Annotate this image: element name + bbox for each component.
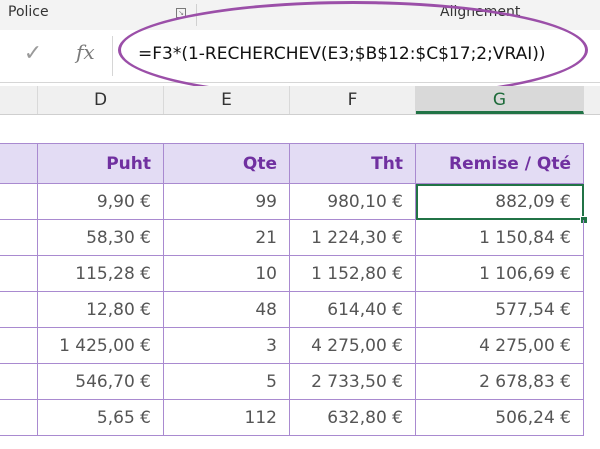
table-header-cell[interactable]: Remise / Qté — [416, 143, 584, 184]
insert-function-icon[interactable]: fx — [76, 40, 95, 64]
formula-bar: ✓ fx =F3*(1-RECHERCHEV(E3;$B$12:$C$17;2;… — [0, 30, 600, 83]
formula-input[interactable]: =F3*(1-RECHERCHEV(E3;$B$12:$C$17;2;VRAI)… — [138, 44, 546, 64]
table-cell[interactable] — [0, 220, 38, 256]
ribbon-group-police-label: Police — [8, 4, 49, 20]
table-cell[interactable]: 3 — [164, 328, 290, 364]
column-header-f[interactable]: F — [290, 86, 416, 114]
table-cell[interactable]: 506,24 € — [416, 400, 584, 436]
column-header-e[interactable]: E — [164, 86, 290, 114]
table-cell[interactable]: 58,30 € — [38, 220, 164, 256]
column-header-d[interactable]: D — [38, 86, 164, 114]
confirm-check-icon[interactable]: ✓ — [22, 42, 44, 66]
table-cell[interactable]: 10 — [164, 256, 290, 292]
table-cell[interactable]: 5 — [164, 364, 290, 400]
table-cell[interactable]: 1 106,69 € — [416, 256, 584, 292]
ribbon-strip: Police ↘ Alignement — [0, 0, 600, 31]
ribbon-divider — [196, 4, 197, 26]
table-cell[interactable]: 2 678,83 € — [416, 364, 584, 400]
table-cell[interactable]: 546,70 € — [38, 364, 164, 400]
table-cell[interactable]: 632,80 € — [290, 400, 416, 436]
table-cell[interactable]: 614,40 € — [290, 292, 416, 328]
table-cell[interactable]: 980,10 € — [290, 184, 416, 220]
selected-cell[interactable]: 882,09 € — [416, 184, 584, 220]
table-cell[interactable] — [0, 256, 38, 292]
table-cell[interactable]: 1 425,00 € — [38, 328, 164, 364]
table-header-cell[interactable]: Tht — [290, 143, 416, 184]
table-cell[interactable]: 1 224,30 € — [290, 220, 416, 256]
table-cell[interactable]: 5,65 € — [38, 400, 164, 436]
table-cell[interactable] — [0, 400, 38, 436]
blank-row[interactable] — [0, 115, 600, 143]
table-cell[interactable] — [0, 364, 38, 400]
dialog-launcher-icon[interactable]: ↘ — [176, 8, 186, 18]
table-cell[interactable]: 9,90 € — [38, 184, 164, 220]
table-header-cell[interactable] — [0, 143, 38, 184]
table-cell[interactable] — [0, 292, 38, 328]
table-header-cell[interactable]: Puht — [38, 143, 164, 184]
table-cell[interactable]: 4 275,00 € — [416, 328, 584, 364]
ribbon-group-alignement-label: Alignement — [440, 4, 521, 20]
table-cell[interactable]: 1 150,84 € — [416, 220, 584, 256]
table-cell[interactable]: 112 — [164, 400, 290, 436]
column-header-g[interactable]: G — [416, 86, 584, 114]
column-header-hidden[interactable] — [0, 86, 38, 114]
table-cell[interactable] — [0, 328, 38, 364]
column-header-row: D E F G — [0, 86, 600, 115]
table-cell[interactable]: 577,54 € — [416, 292, 584, 328]
table-cell[interactable] — [0, 184, 38, 220]
table-cell[interactable]: 99 — [164, 184, 290, 220]
table-cell[interactable]: 21 — [164, 220, 290, 256]
table-cell[interactable]: 4 275,00 € — [290, 328, 416, 364]
table-cell[interactable]: 2 733,50 € — [290, 364, 416, 400]
formula-bar-divider — [112, 36, 113, 76]
table-cell[interactable]: 115,28 € — [38, 256, 164, 292]
table-cell[interactable]: 1 152,80 € — [290, 256, 416, 292]
table-cell[interactable]: 12,80 € — [38, 292, 164, 328]
table-cell[interactable]: 48 — [164, 292, 290, 328]
table-header-cell[interactable]: Qte — [164, 143, 290, 184]
